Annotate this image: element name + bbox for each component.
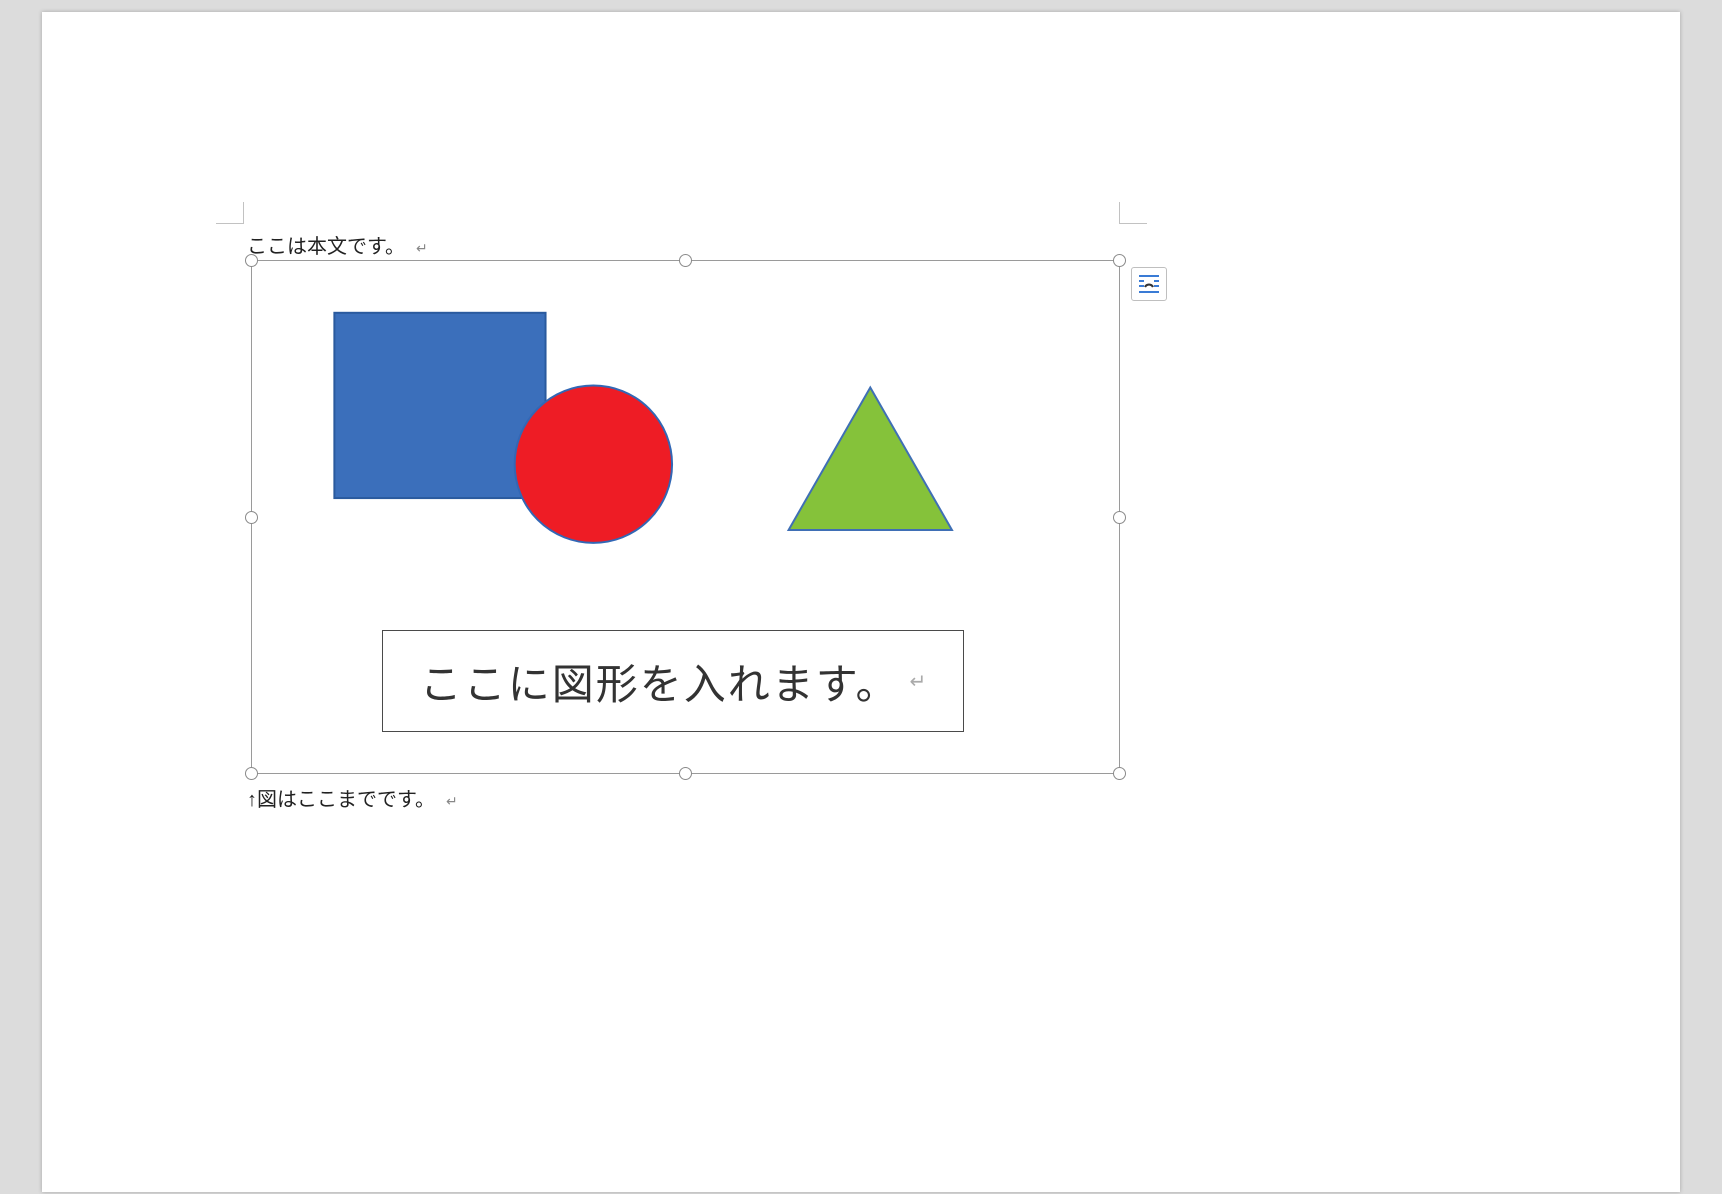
document-page: ここは本文です。 ↵ ここに図形を入 xyxy=(42,12,1680,1192)
textbox-content: ここに図形を入れます。 xyxy=(420,651,900,712)
selection-handle-middle-left[interactable] xyxy=(245,511,258,524)
margin-guide-top-right xyxy=(1119,202,1147,224)
body-text-after[interactable]: ↑図はここまでです。 ↵ xyxy=(247,783,458,812)
body-text-before-content: ここは本文です。 xyxy=(247,236,405,258)
paragraph-mark-icon: ↵ xyxy=(910,669,927,694)
rectangle-shape[interactable] xyxy=(334,313,545,498)
circle-shape[interactable] xyxy=(515,386,672,543)
triangle-shape[interactable] xyxy=(789,388,952,530)
layout-options-icon xyxy=(1137,273,1161,295)
selection-handle-middle-right[interactable] xyxy=(1113,511,1126,524)
body-text-after-content: ↑図はここまでです。 xyxy=(247,789,435,811)
selection-handle-bottom-right[interactable] xyxy=(1113,767,1126,780)
paragraph-mark-icon: ↵ xyxy=(416,242,428,257)
body-text-before[interactable]: ここは本文です。 ↵ xyxy=(247,230,428,259)
selection-handle-top-middle[interactable] xyxy=(679,254,692,267)
paragraph-mark-icon: ↵ xyxy=(446,795,458,810)
selection-handle-bottom-left[interactable] xyxy=(245,767,258,780)
selection-handle-top-right[interactable] xyxy=(1113,254,1126,267)
layout-options-button[interactable] xyxy=(1131,267,1167,301)
selection-handle-top-left[interactable] xyxy=(245,254,258,267)
margin-guide-top-left xyxy=(216,202,244,224)
textbox-shape[interactable]: ここに図形を入れます。 ↵ xyxy=(382,630,964,732)
selection-handle-bottom-middle[interactable] xyxy=(679,767,692,780)
